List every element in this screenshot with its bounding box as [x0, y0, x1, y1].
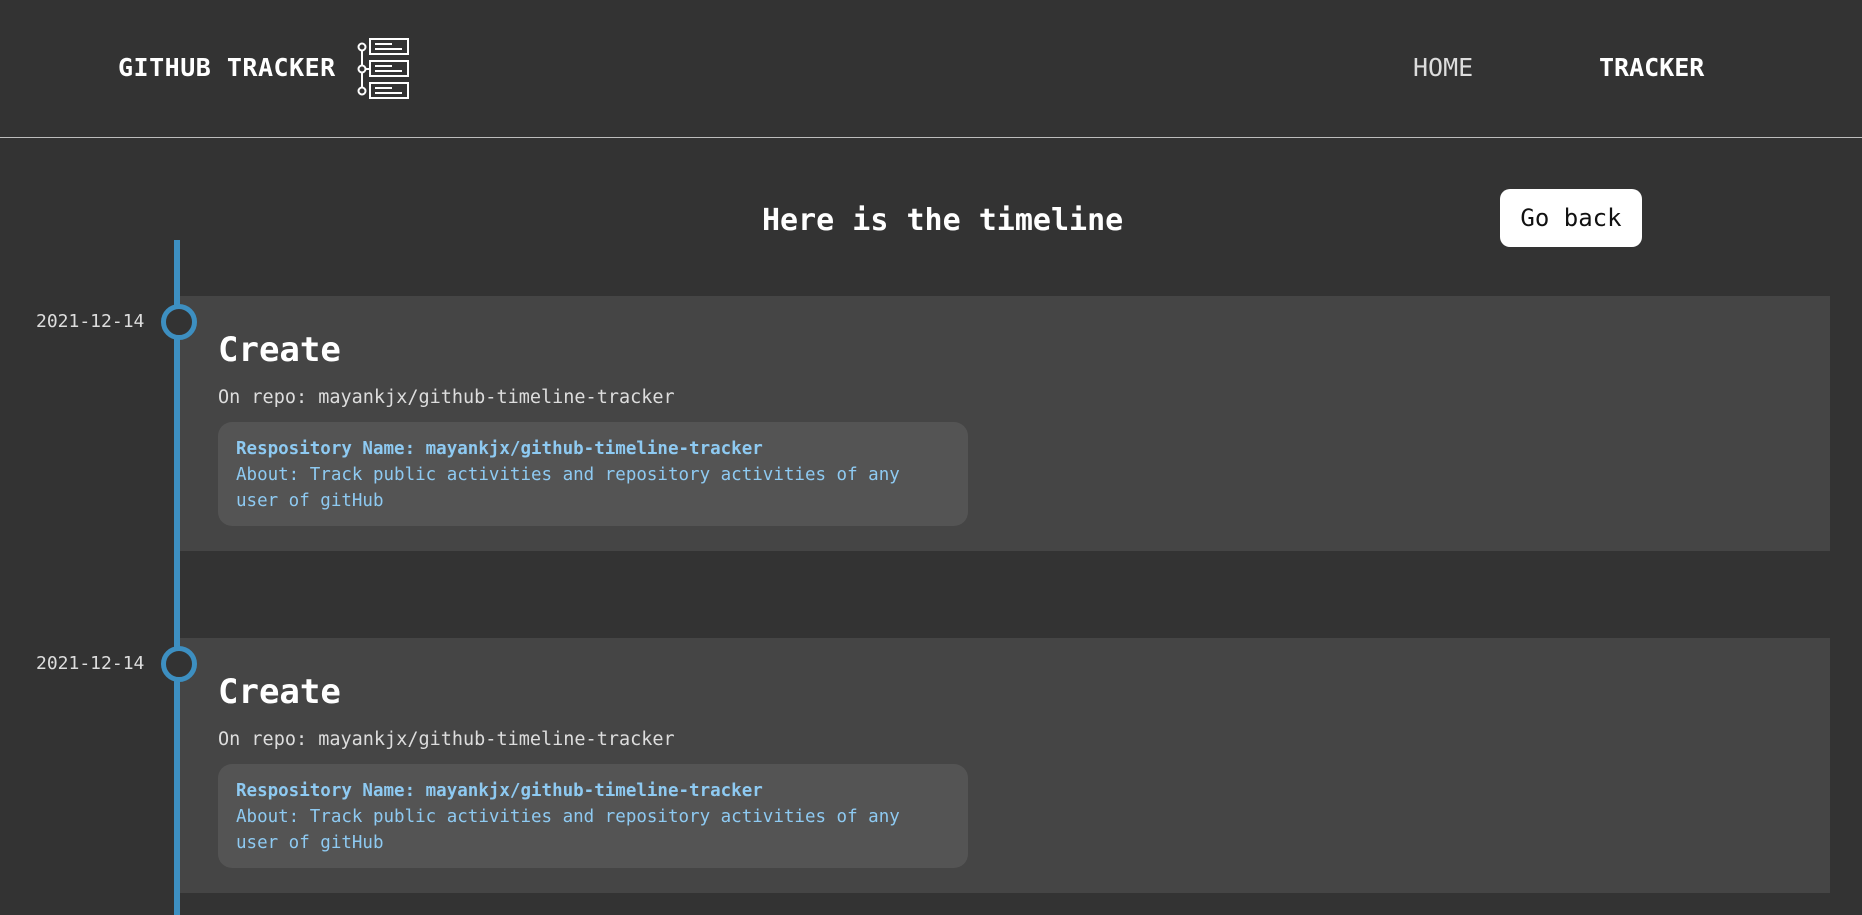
event-type: Create	[218, 672, 341, 712]
repo-info-box: Respository Name: mayankjx/github-timeli…	[218, 422, 968, 526]
repo-name[interactable]: Respository Name: mayankjx/github-timeli…	[236, 778, 950, 804]
event-type: Create	[218, 330, 341, 370]
repo-about: About: Track public activities and repos…	[236, 807, 900, 853]
go-back-button[interactable]: Go back	[1500, 189, 1642, 247]
brand-title[interactable]: GITHUB TRACKER	[118, 53, 336, 82]
repo-about: About: Track public activities and repos…	[236, 465, 900, 511]
event-repo-line: On repo: mayankjx/github-timeline-tracke…	[218, 387, 675, 408]
timeline-dot	[161, 646, 197, 682]
page-title: Here is the timeline	[762, 203, 1124, 238]
event-repo-line: On repo: mayankjx/github-timeline-tracke…	[218, 729, 675, 750]
event-card: Create On repo: mayankjx/github-timeline…	[180, 638, 1830, 893]
timeline-dot	[161, 304, 197, 340]
event-date: 2021-12-14	[36, 653, 145, 674]
repo-info-box: Respository Name: mayankjx/github-timeli…	[218, 764, 968, 868]
event-date: 2021-12-14	[36, 311, 145, 332]
nav-home-link[interactable]: HOME	[1413, 53, 1473, 82]
navbar: GITHUB TRACKER HOME TRACKER	[0, 0, 1862, 138]
repo-name[interactable]: Respository Name: mayankjx/github-timeli…	[236, 436, 950, 462]
nav-tracker-link[interactable]: TRACKER	[1599, 53, 1704, 82]
timeline-list-icon	[357, 38, 409, 99]
event-card: Create On repo: mayankjx/github-timeline…	[180, 296, 1830, 551]
